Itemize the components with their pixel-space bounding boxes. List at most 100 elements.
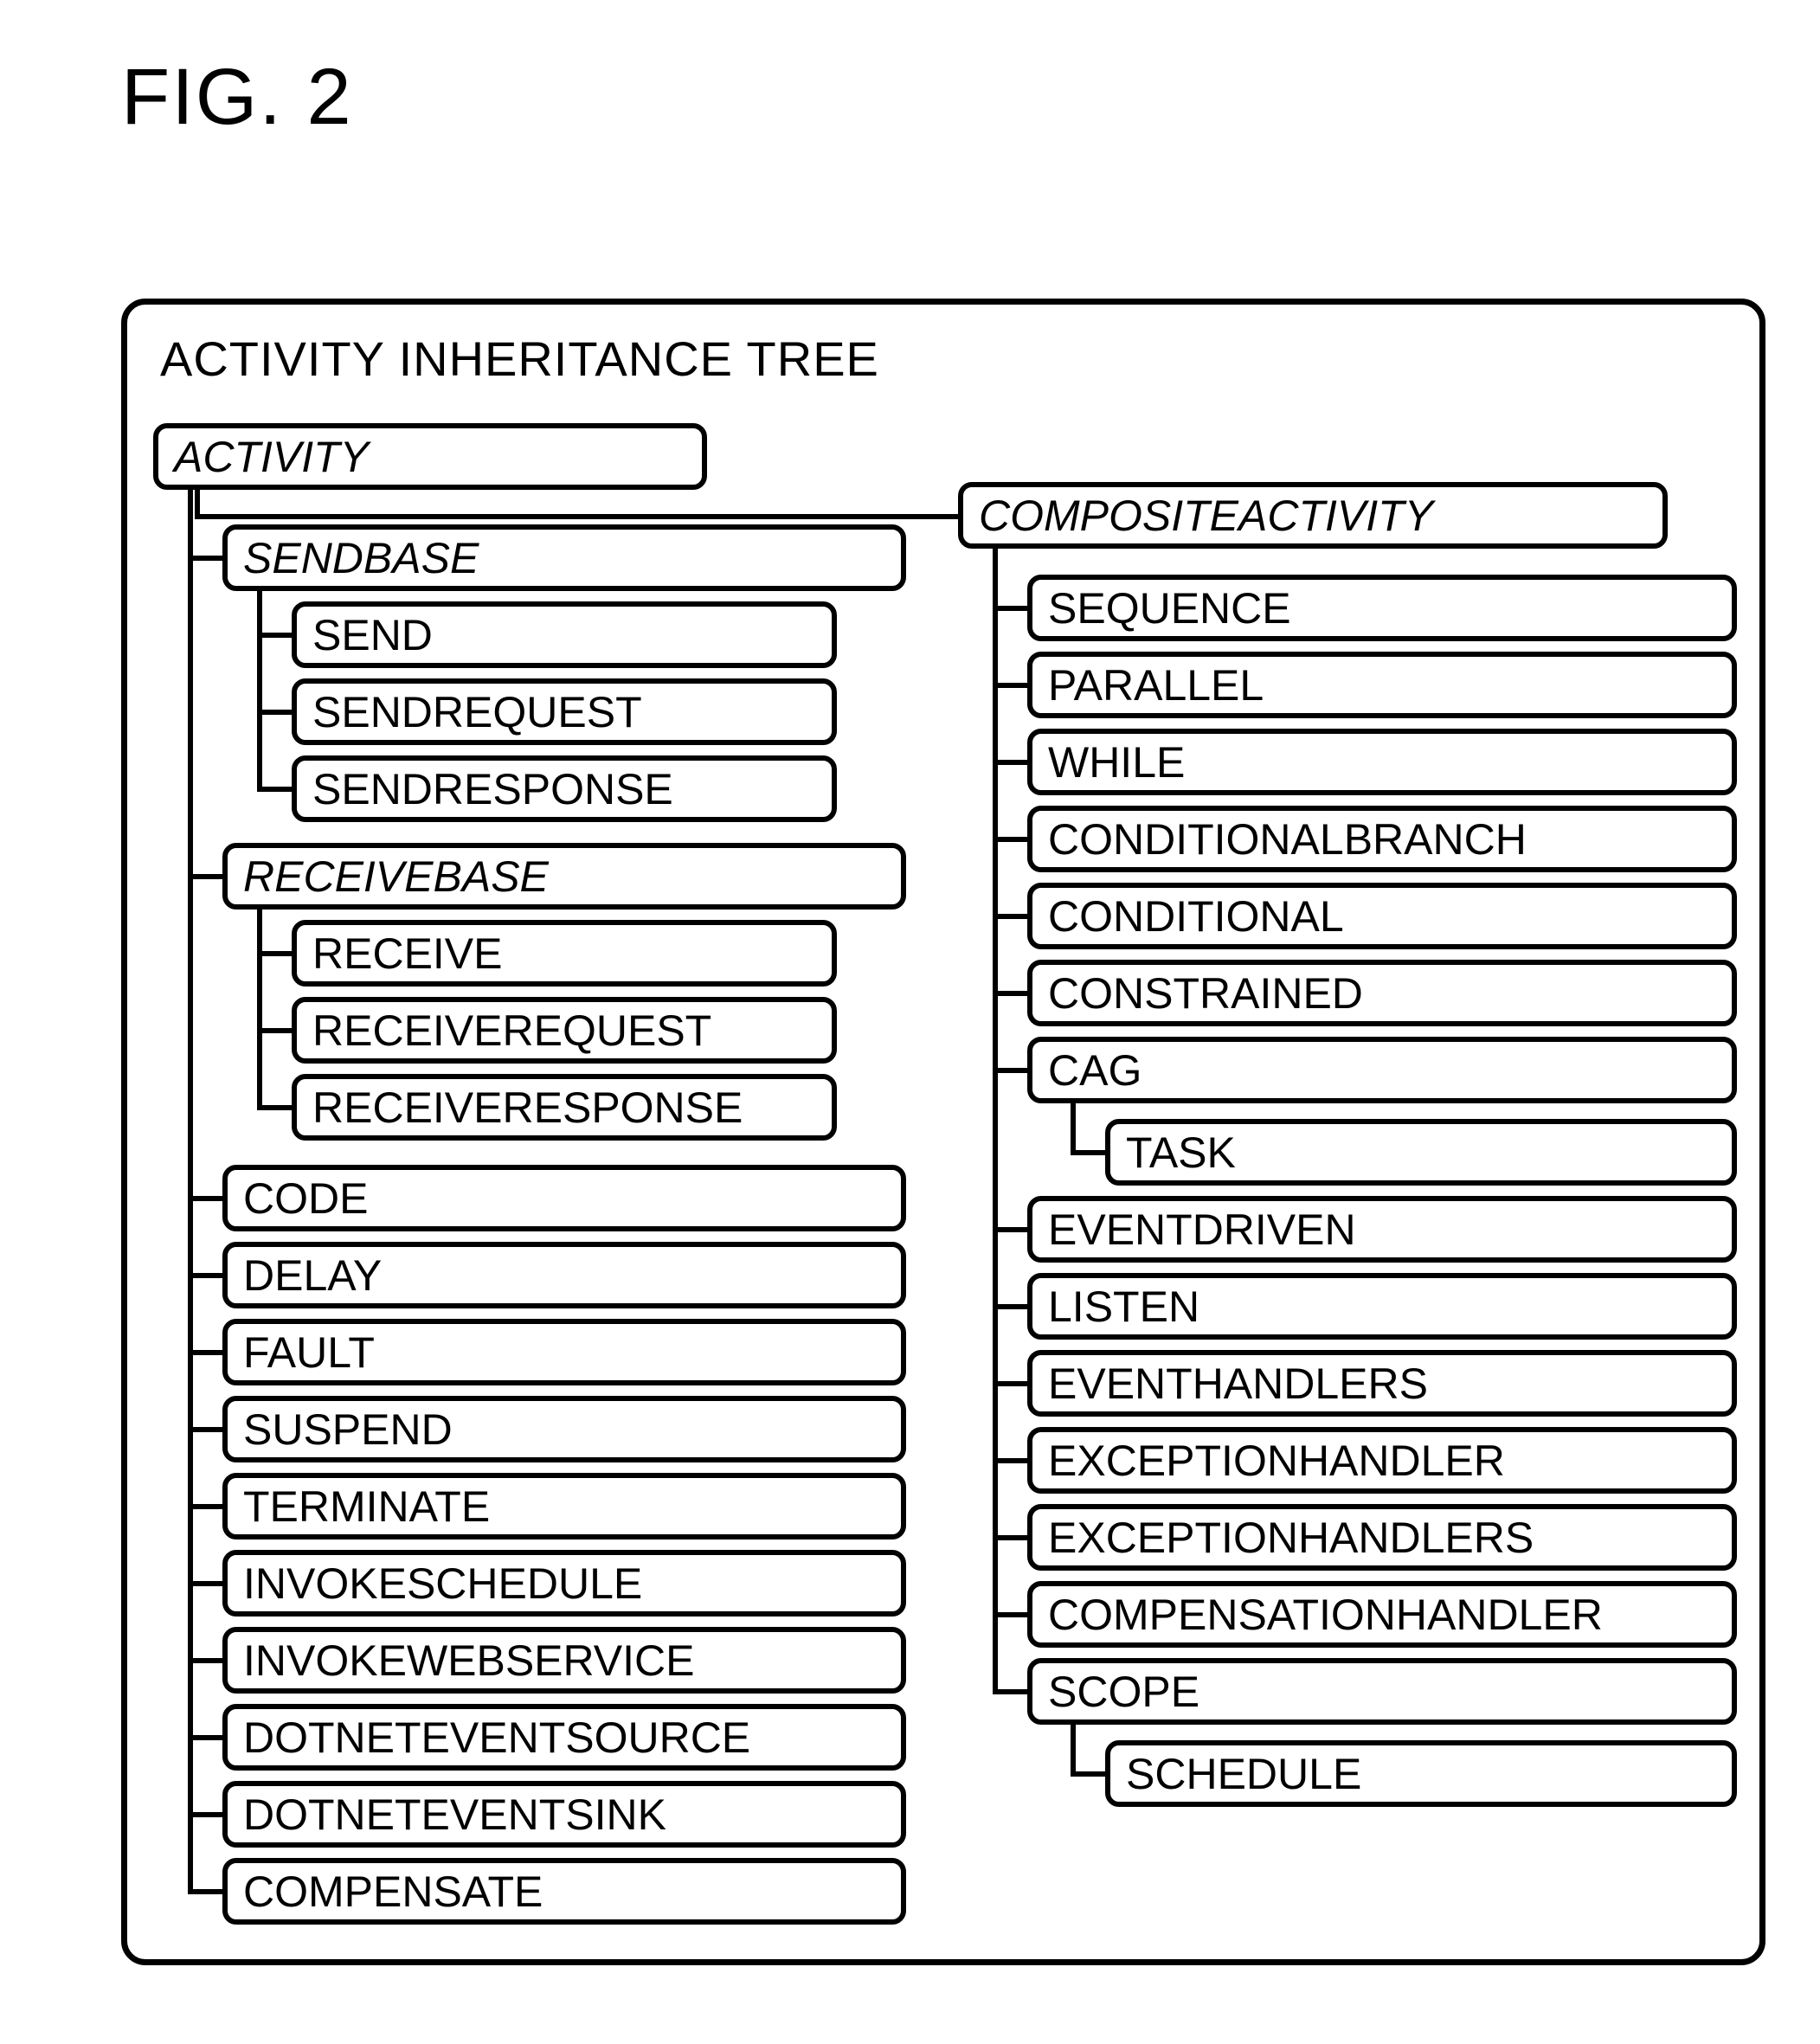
node-conditionalbranch: CONDITIONALBRANCH bbox=[1027, 806, 1737, 872]
tree-line bbox=[993, 837, 1027, 842]
node-cag: CAG bbox=[1027, 1037, 1737, 1103]
tree-line bbox=[993, 1612, 1027, 1617]
node-constrained: CONSTRAINED bbox=[1027, 960, 1737, 1026]
tree-row: RECEIVERESPONSE bbox=[257, 1074, 906, 1141]
node-code: CODE bbox=[222, 1165, 906, 1231]
tree-row: INVOKESCHEDULE bbox=[188, 1550, 906, 1617]
tree-line bbox=[188, 1581, 222, 1586]
node-compensationhandler: COMPENSATIONHANDLER bbox=[1027, 1581, 1737, 1648]
node-task: TASK bbox=[1105, 1119, 1737, 1186]
tree-line bbox=[188, 1504, 222, 1509]
node-exceptionhandler: EXCEPTIONHANDLER bbox=[1027, 1427, 1737, 1494]
tree-line bbox=[188, 1812, 222, 1817]
tree-line bbox=[188, 1273, 222, 1278]
node-listen: LISTEN bbox=[1027, 1273, 1737, 1340]
tree-row: CAG bbox=[993, 1037, 1737, 1103]
tree-line bbox=[257, 951, 292, 956]
composite-column: COMPOSITEACTIVITY SEQUENCE PARALLEL WHILE C… bbox=[958, 423, 1737, 1807]
node-schedule: SCHEDULE bbox=[1105, 1740, 1737, 1807]
tree-row: SEQUENCE bbox=[993, 575, 1737, 641]
figure-label: FIG. 2 bbox=[121, 52, 1751, 143]
tree-line bbox=[993, 1227, 1027, 1232]
tree-line bbox=[993, 760, 1027, 765]
tree-row: TERMINATE bbox=[188, 1473, 906, 1539]
node-receivebase: RECEIVEBASE bbox=[222, 843, 906, 910]
tree-row: PARALLEL bbox=[993, 652, 1737, 718]
tree-line bbox=[257, 710, 292, 715]
tree-row: DOTNETEVENTSINK bbox=[188, 1781, 906, 1848]
tree-row: EVENTHANDLERS bbox=[993, 1350, 1737, 1417]
tree-row: DELAY bbox=[188, 1242, 906, 1308]
tree-line bbox=[188, 1658, 222, 1663]
tree-line bbox=[188, 1735, 222, 1740]
tree-line bbox=[188, 1427, 222, 1432]
tree-row: COMPENSATIONHANDLER bbox=[993, 1581, 1737, 1648]
node-delay: DELAY bbox=[222, 1242, 906, 1308]
tree-line bbox=[993, 1381, 1027, 1386]
node-receiverequest: RECEIVEREQUEST bbox=[292, 997, 837, 1064]
node-receive: RECEIVE bbox=[292, 920, 837, 987]
tree-row: SENDRESPONSE bbox=[257, 755, 906, 822]
node-eventhandlers: EVENTHANDLERS bbox=[1027, 1350, 1737, 1417]
tree-row: WHILE bbox=[993, 729, 1737, 795]
activity-column: ACTIVITY SENDBASE SEND SENDREQUEST SENDRES… bbox=[153, 423, 906, 1925]
tree-line bbox=[188, 556, 222, 561]
tree-row: SENDREQUEST bbox=[257, 678, 906, 745]
node-sendbase: SENDBASE bbox=[222, 524, 906, 591]
tree-row: RECEIVEBASE bbox=[188, 843, 906, 910]
tree-line bbox=[257, 787, 292, 792]
tree-row: FAULT bbox=[188, 1319, 906, 1385]
tree-line bbox=[1071, 1771, 1105, 1777]
node-sequence: SEQUENCE bbox=[1027, 575, 1737, 641]
node-invokeschedule: INVOKESCHEDULE bbox=[222, 1550, 906, 1617]
node-while: WHILE bbox=[1027, 729, 1737, 795]
columns: ACTIVITY SENDBASE SEND SENDREQUEST SENDRES… bbox=[153, 423, 1733, 1925]
node-exceptionhandlers: EXCEPTIONHANDLERS bbox=[1027, 1504, 1737, 1571]
tree-row: SUSPEND bbox=[188, 1396, 906, 1462]
tree-line bbox=[993, 1304, 1027, 1309]
tree-row: TASK bbox=[1071, 1119, 1737, 1186]
tree-row: RECEIVEREQUEST bbox=[257, 997, 906, 1064]
tree-line bbox=[993, 683, 1027, 688]
node-compensate: COMPENSATE bbox=[222, 1858, 906, 1925]
tree-row: CODE bbox=[188, 1165, 906, 1231]
node-dotneteventsink: DOTNETEVENTSINK bbox=[222, 1781, 906, 1848]
node-receiveresponse: RECEIVERESPONSE bbox=[292, 1074, 837, 1141]
tree-row: CONSTRAINED bbox=[993, 960, 1737, 1026]
tree-line bbox=[188, 1889, 222, 1894]
tree-line bbox=[993, 991, 1027, 996]
tree-row: SENDBASE bbox=[188, 524, 906, 591]
tree-row: EXCEPTIONHANDLER bbox=[993, 1427, 1737, 1494]
node-invokewebservice: INVOKEWEBSERVICE bbox=[222, 1627, 906, 1694]
tree-row: INVOKEWEBSERVICE bbox=[188, 1627, 906, 1694]
tree-line bbox=[993, 1458, 1027, 1463]
node-suspend: SUSPEND bbox=[222, 1396, 906, 1462]
tree-row: CONDITIONAL bbox=[993, 883, 1737, 949]
panel-title: ACTIVITY INHERITANCE TREE bbox=[160, 331, 1733, 387]
node-terminate: TERMINATE bbox=[222, 1473, 906, 1539]
tree-row: RECEIVE bbox=[257, 920, 906, 987]
node-sendrequest: SENDREQUEST bbox=[292, 678, 837, 745]
node-sendresponse: SENDRESPONSE bbox=[292, 755, 837, 822]
inheritance-panel: ACTIVITY INHERITANCE TREE ACTIVITY SENDB… bbox=[121, 299, 1765, 1965]
tree-row: SEND bbox=[257, 601, 906, 668]
tree-line bbox=[188, 874, 222, 879]
tree-line bbox=[188, 1350, 222, 1355]
node-activity: ACTIVITY bbox=[153, 423, 707, 490]
node-dotneteventsource: DOTNETEVENTSOURCE bbox=[222, 1704, 906, 1771]
tree-line bbox=[257, 1105, 292, 1110]
tree-row: SCOPE bbox=[993, 1658, 1737, 1725]
node-parallel: PARALLEL bbox=[1027, 652, 1737, 718]
tree-line bbox=[993, 1535, 1027, 1540]
tree-line bbox=[257, 1028, 292, 1033]
tree-line bbox=[993, 1689, 1027, 1694]
tree-row: LISTEN bbox=[993, 1273, 1737, 1340]
node-compositeactivity: COMPOSITEACTIVITY bbox=[958, 482, 1668, 549]
node-conditional: CONDITIONAL bbox=[1027, 883, 1737, 949]
tree-row: EVENTDRIVEN bbox=[993, 1196, 1737, 1263]
tree-row: SCHEDULE bbox=[1071, 1740, 1737, 1807]
tree-line bbox=[257, 633, 292, 638]
node-send: SEND bbox=[292, 601, 837, 668]
tree-line bbox=[993, 1068, 1027, 1073]
tree-line bbox=[993, 606, 1027, 611]
